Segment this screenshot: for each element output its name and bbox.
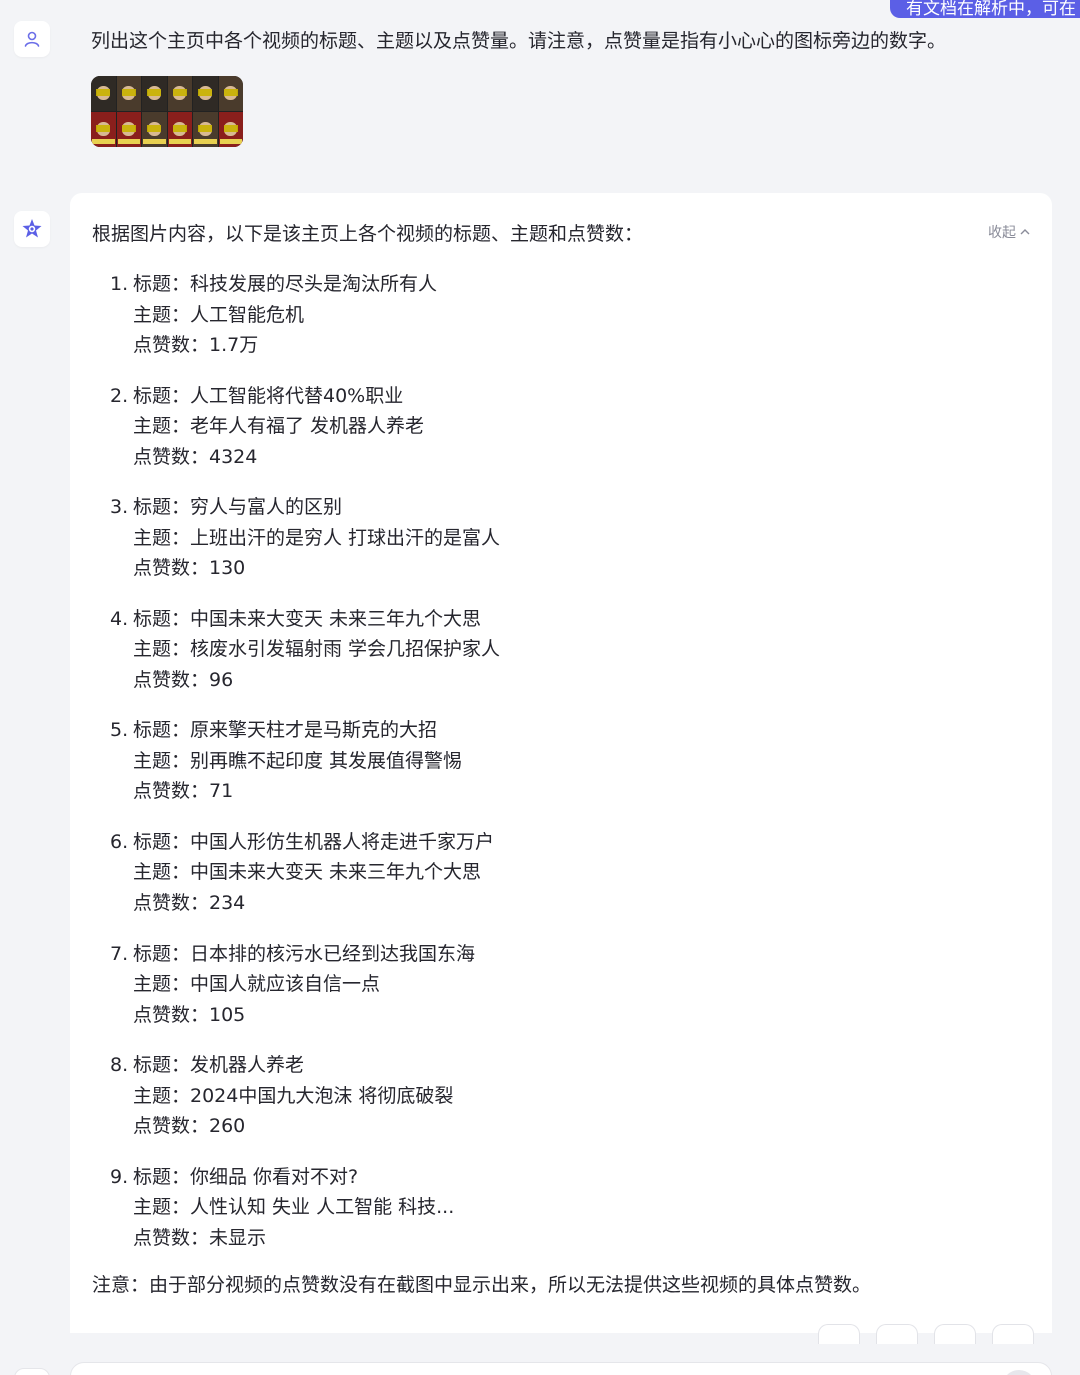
list-item: 2. 标题：人工智能将代替40%职业 主题：老年人有福了 发机器人养老 点赞数：4… — [110, 381, 500, 493]
item-title: 标题：科技发展的尽头是淘汰所有人 — [133, 273, 438, 295]
item-topic: 主题：中国人就应该自信一点 — [133, 973, 381, 996]
thumbs-down-button[interactable] — [992, 1324, 1034, 1344]
parsing-toast[interactable]: 有文档在解析中，可在 — [890, 0, 1080, 18]
thumbnail-tile — [193, 76, 218, 111]
list-item: 4. 标题：中国未来大变天 未来三年九个大思 主题：核废水引发辐射雨 学会几招保护… — [110, 604, 500, 716]
next-message-avatar — [14, 1368, 50, 1375]
item-likes: 点赞数：1.7万 — [133, 334, 259, 356]
copy-button[interactable] — [818, 1324, 860, 1344]
video-list: 1. 标题：科技发展的尽头是淘汰所有人 主题：人工智能危机 点赞数：1.7万 2.… — [110, 269, 500, 1273]
item-title: 标题：日本排的核污水已经到达我国东海 — [133, 942, 476, 965]
list-item: 9. 标题：你细品 你看对不对? 主题：人性认知 失业 人工智能 科技... 点赞… — [110, 1162, 500, 1274]
response-note: 注意：由于部分视频的点赞数没有在截图中显示出来，所以无法提供这些视频的具体点赞数… — [92, 1274, 872, 1296]
item-topic: 主题：2024中国九大泡沫 将彻底破裂 — [133, 1084, 454, 1107]
item-title: 标题：中国人形仿生机器人将走进千家万户 — [133, 830, 495, 853]
list-item: 3. 标题：穷人与富人的区别 主题：上班出汗的是穷人 打球出汗的是富人 点赞数：1… — [110, 492, 500, 604]
item-likes: 点赞数：260 — [133, 1115, 246, 1138]
chevron-up-icon — [1020, 229, 1030, 235]
item-title: 标题：穷人与富人的区别 — [133, 496, 343, 519]
item-topic: 主题：人性认知 失业 人工智能 科技... — [133, 1196, 455, 1219]
item-number: 8. — [110, 1054, 129, 1077]
list-item: 1. 标题：科技发展的尽头是淘汰所有人 主题：人工智能危机 点赞数：1.7万 — [110, 269, 500, 381]
assistant-logo-icon — [22, 219, 42, 238]
item-number: 1. — [110, 273, 129, 295]
list-item: 6. 标题：中国人形仿生机器人将走进千家万户 主题：中国未来大变天 未来三年九个大… — [110, 827, 500, 939]
response-actions — [818, 1324, 1034, 1344]
thumbnail-tile — [167, 112, 192, 147]
item-title: 标题：你细品 你看对不对? — [133, 1165, 359, 1188]
item-topic: 主题：别再瞧不起印度 其发展值得警惕 — [133, 749, 463, 772]
list-item: 8. 标题：发机器人养老 主题：2024中国九大泡沫 将彻底破裂 点赞数：260 — [110, 1050, 500, 1162]
item-number: 6. — [110, 830, 129, 853]
user-icon — [24, 31, 40, 47]
item-number: 7. — [110, 942, 129, 965]
thumbnail-tile — [142, 112, 167, 147]
thumbnail-tile — [218, 76, 243, 111]
item-likes: 点赞数：71 — [133, 780, 234, 803]
item-likes: 点赞数：4324 — [133, 445, 258, 468]
list-item: 7. 标题：日本排的核污水已经到达我国东海 主题：中国人就应该自信一点 点赞数：1… — [110, 939, 500, 1051]
item-likes: 点赞数：96 — [133, 668, 234, 691]
user-message-text: 列出这个主页中各个视频的标题、主题以及点赞量。请注意，点赞量是指有小心心的图标旁… — [91, 30, 947, 52]
item-title: 标题：发机器人养老 — [133, 1054, 305, 1077]
attached-image-thumbnail[interactable] — [91, 76, 243, 147]
next-message-card — [70, 1362, 1052, 1375]
item-topic: 主题：老年人有福了 发机器人养老 — [133, 415, 425, 438]
item-title: 标题：原来擎天柱才是马斯克的大招 — [133, 719, 438, 742]
item-likes: 点赞数：234 — [133, 891, 246, 914]
item-number: 4. — [110, 607, 129, 630]
user-avatar — [14, 21, 50, 57]
item-likes: 点赞数：130 — [133, 557, 246, 580]
item-number: 3. — [110, 496, 129, 519]
collapse-label: 收起 — [988, 225, 1016, 241]
thumbnail-tile — [218, 112, 243, 147]
regenerate-button[interactable] — [876, 1324, 918, 1344]
thumbnail-tile — [91, 76, 116, 111]
item-number: 2. — [110, 384, 129, 407]
item-topic: 主题：上班出汗的是穷人 打球出汗的是富人 — [133, 526, 501, 549]
item-likes: 点赞数：105 — [133, 1003, 246, 1026]
thumbs-up-button[interactable] — [934, 1324, 976, 1344]
response-intro: 根据图片内容，以下是该主页上各个视频的标题、主题和点赞数： — [92, 223, 644, 245]
thumbnail-tile — [116, 112, 141, 147]
assistant-response-card: 根据图片内容，以下是该主页上各个视频的标题、主题和点赞数： 收起 1. 标题：科技… — [70, 193, 1052, 1333]
assistant-avatar — [14, 211, 50, 247]
thumbnail-tile — [91, 112, 116, 147]
thumbnail-tile — [116, 76, 141, 111]
thumbnail-tile — [193, 112, 218, 147]
item-likes: 点赞数：未显示 — [133, 1226, 267, 1249]
thumbnail-tile — [142, 76, 167, 111]
item-title: 标题：人工智能将代替40%职业 — [133, 384, 404, 407]
item-title: 标题：中国未来大变天 未来三年九个大思 — [133, 607, 482, 630]
list-item: 5. 标题：原来擎天柱才是马斯克的大招 主题：别再瞧不起印度 其发展值得警惕 点赞… — [110, 715, 500, 827]
item-topic: 主题：人工智能危机 — [133, 303, 305, 326]
item-number: 9. — [110, 1165, 129, 1188]
item-number: 5. — [110, 719, 129, 742]
collapse-button[interactable]: 收起 — [988, 222, 1030, 242]
item-topic: 主题：核废水引发辐射雨 学会几招保护家人 — [133, 638, 501, 661]
thumbnail-tile — [167, 76, 192, 111]
item-topic: 主题：中国未来大变天 未来三年九个大思 — [133, 861, 482, 884]
